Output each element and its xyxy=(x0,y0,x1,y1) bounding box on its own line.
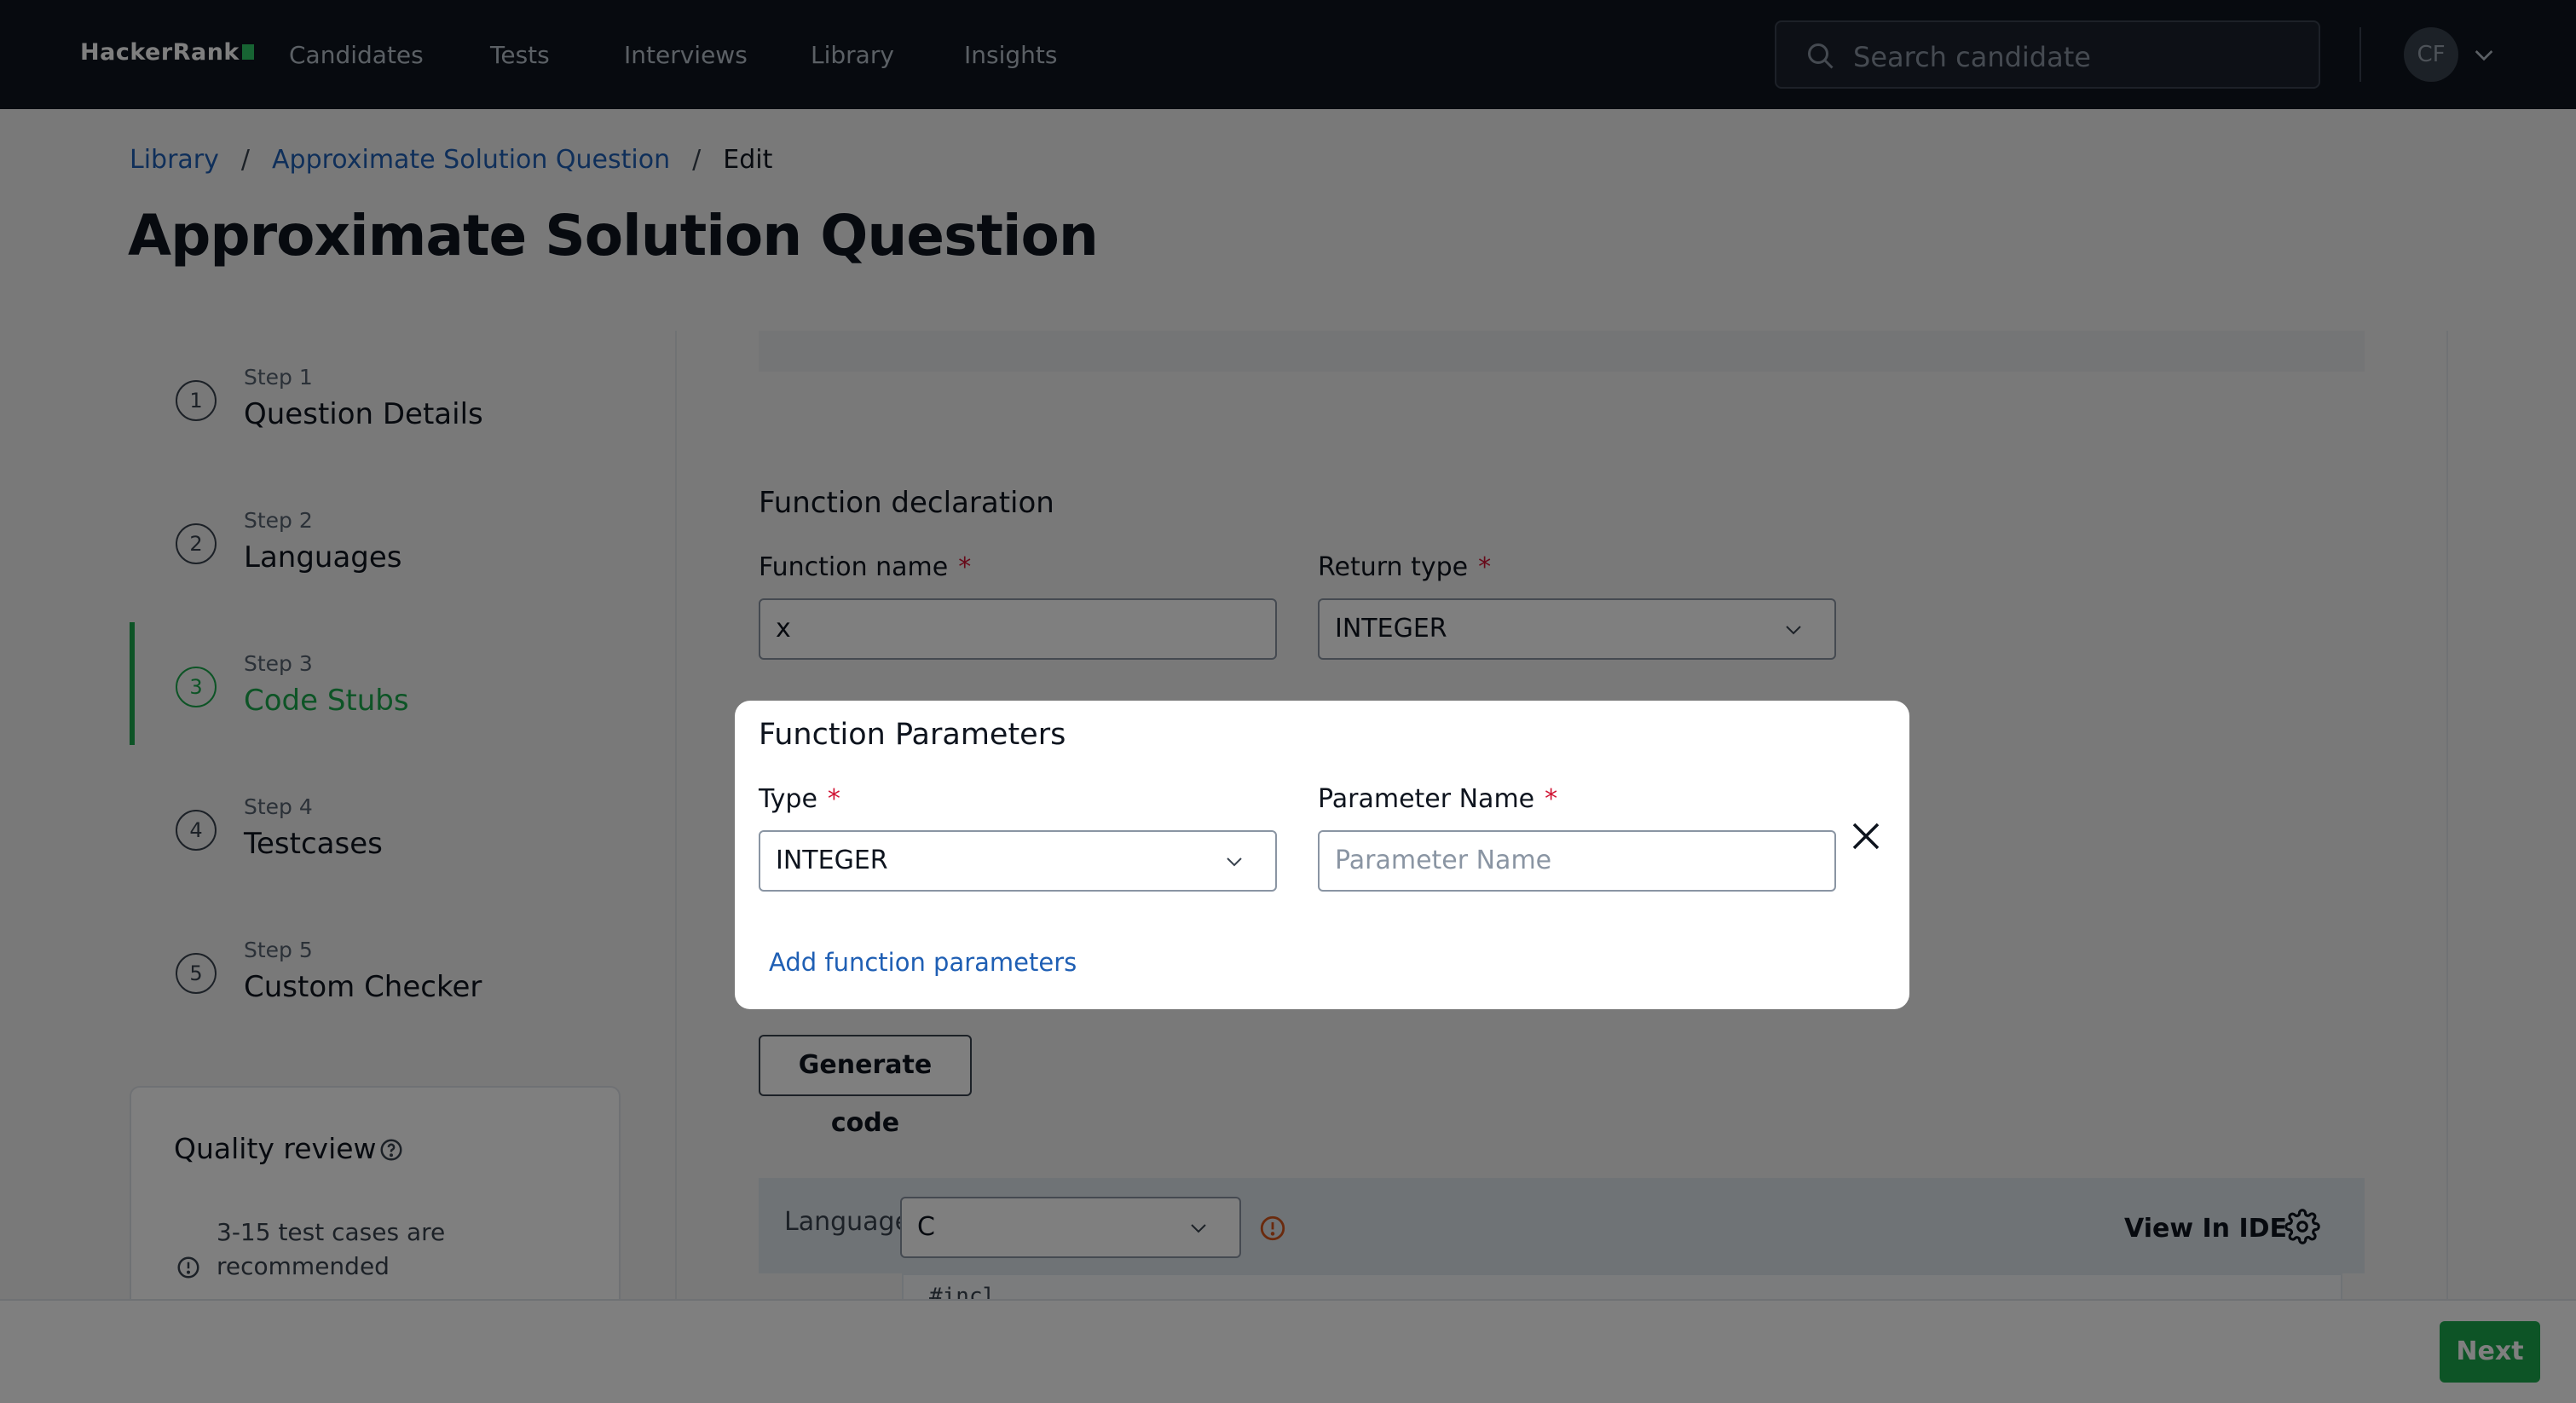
add-function-parameters-link[interactable]: Add function parameters xyxy=(769,948,1077,977)
parameter-name-input[interactable]: Parameter Name xyxy=(1318,830,1836,892)
parameter-type-select[interactable]: INTEGER xyxy=(759,830,1277,892)
required-mark: * xyxy=(827,784,840,814)
function-parameters-modal: Function Parameters Type * INTEGER Parame… xyxy=(735,701,1909,1009)
required-mark: * xyxy=(1545,784,1558,814)
label-text: Parameter Name xyxy=(1318,784,1535,814)
type-label: Type * xyxy=(759,784,840,814)
input-placeholder: Parameter Name xyxy=(1335,846,1552,875)
chevron-down-icon xyxy=(1227,857,1242,867)
label-text: Type xyxy=(759,784,817,814)
modal-title: Function Parameters xyxy=(759,718,1066,752)
close-icon[interactable] xyxy=(1848,818,1884,854)
select-value: INTEGER xyxy=(776,846,888,875)
parameter-name-label: Parameter Name * xyxy=(1318,784,1557,814)
